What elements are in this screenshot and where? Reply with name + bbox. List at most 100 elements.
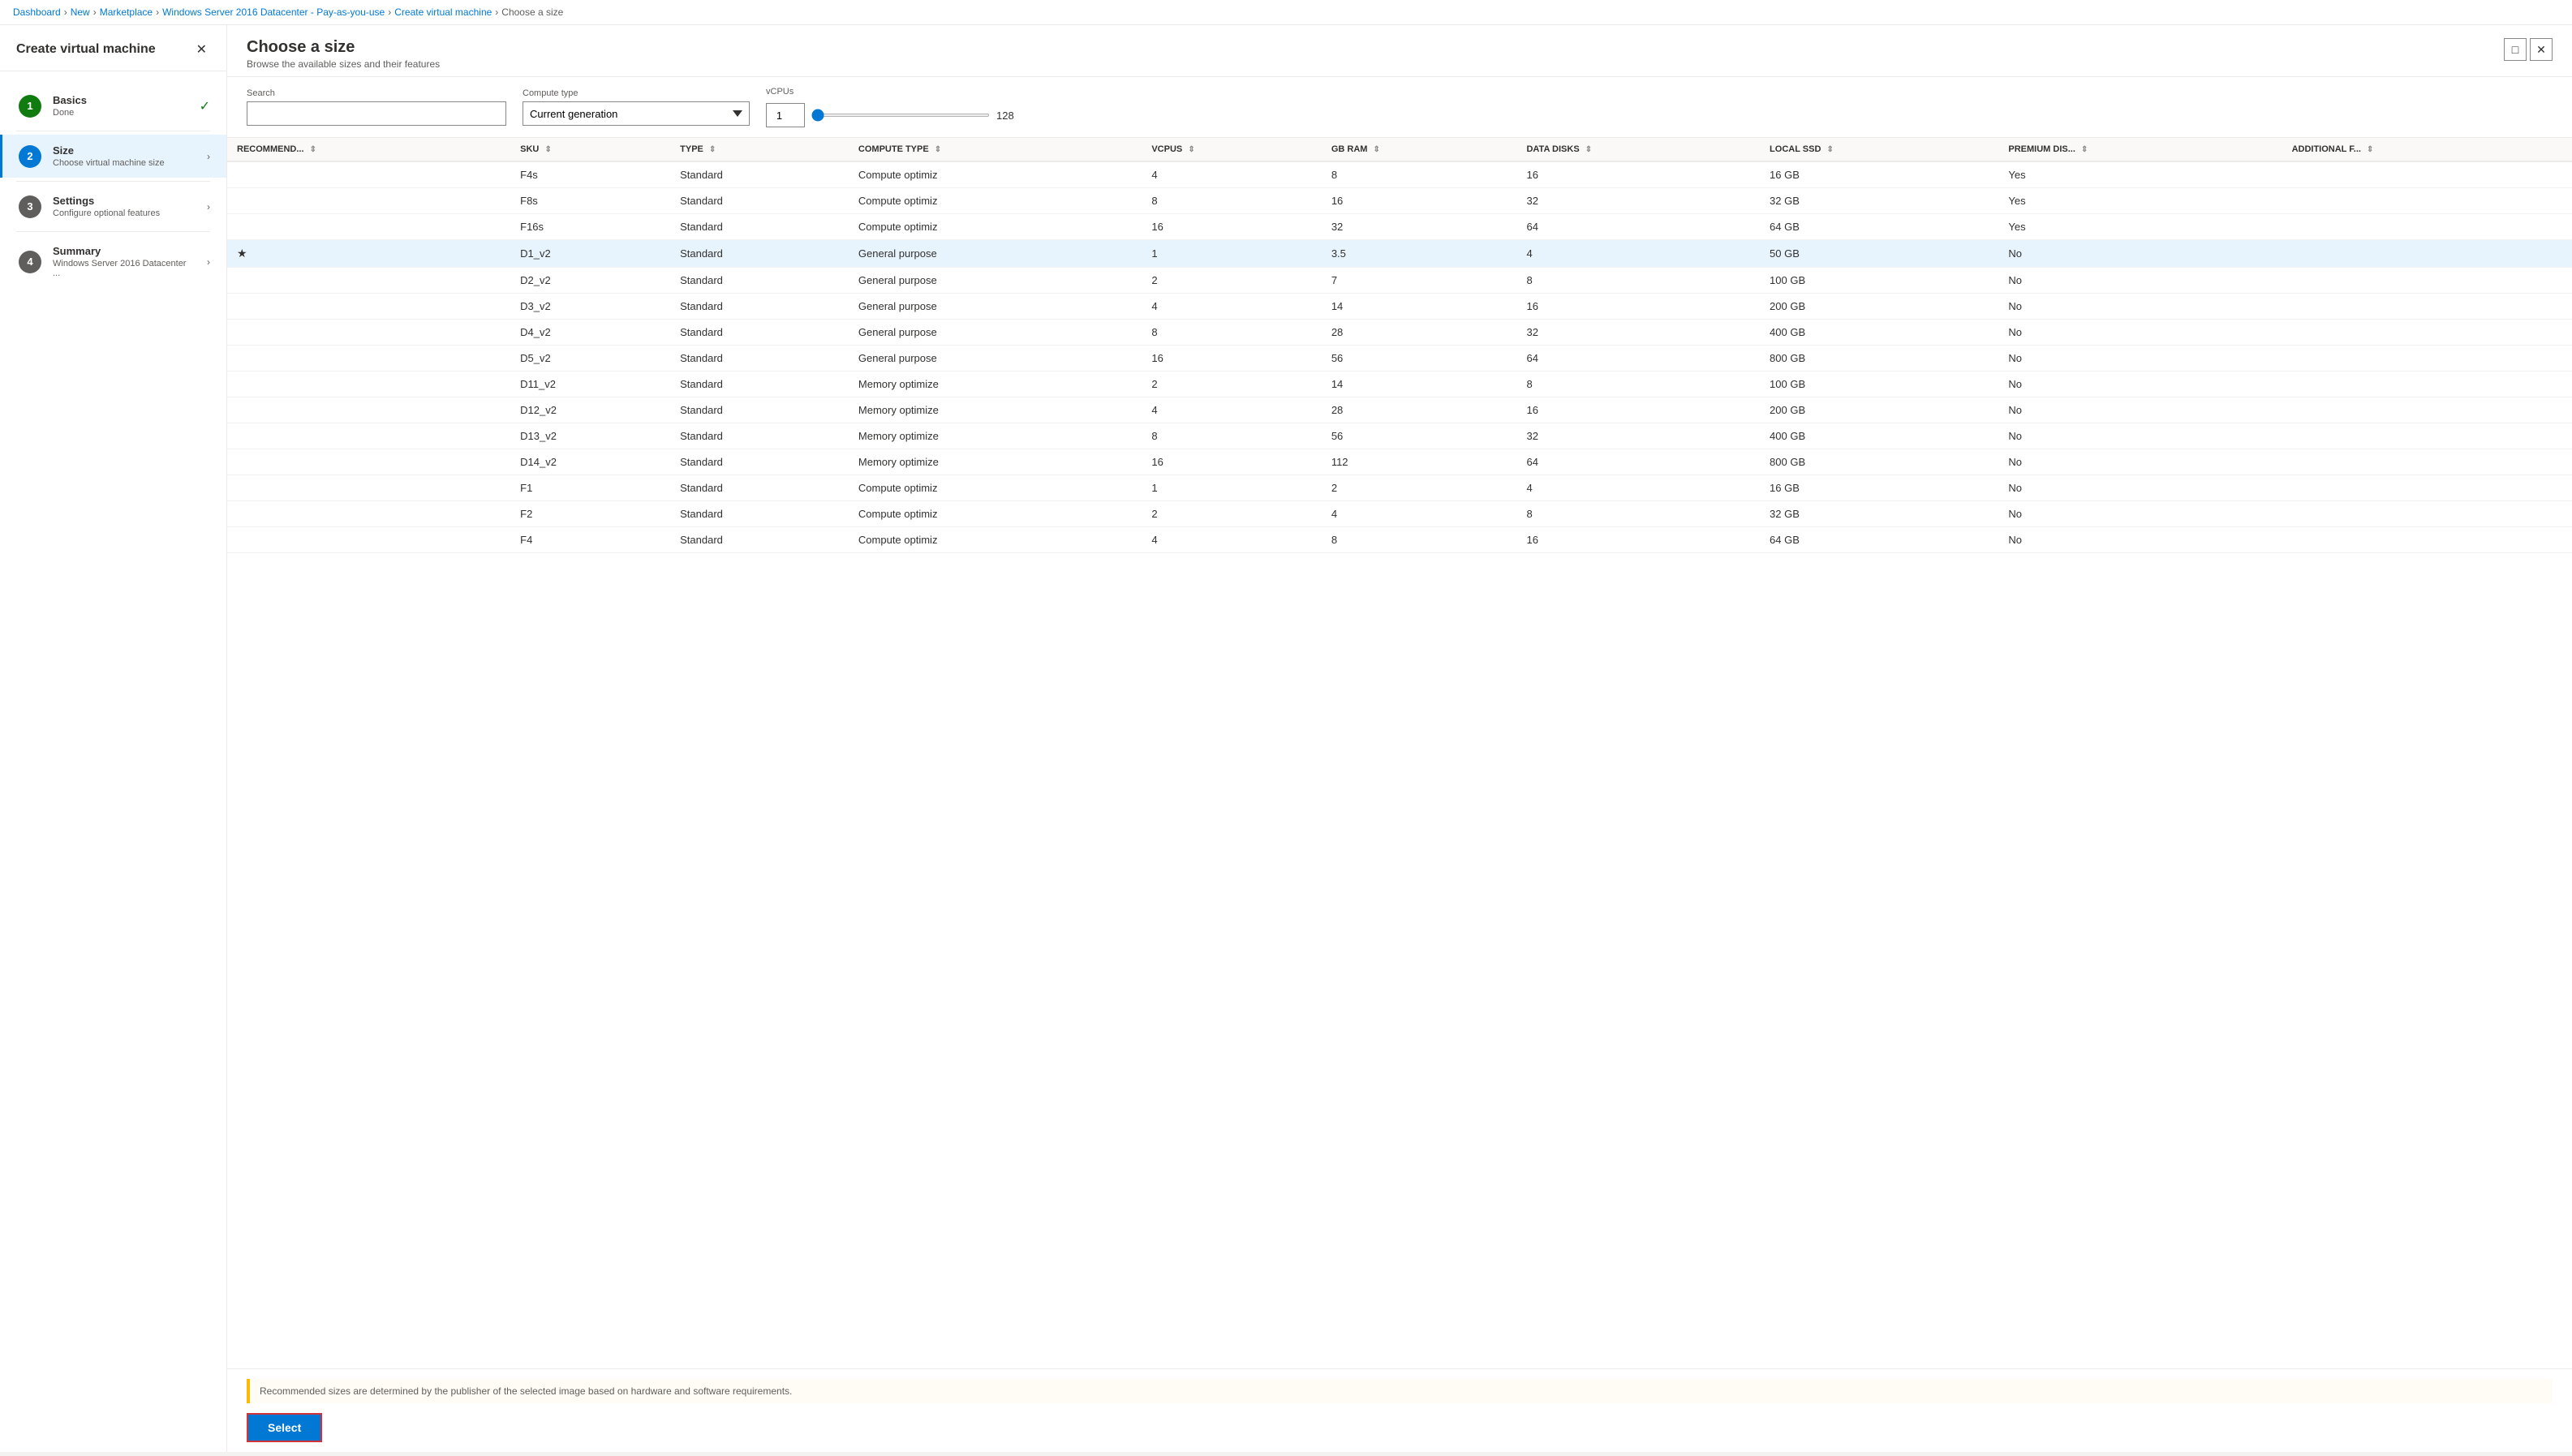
panel-title: Choose a size bbox=[247, 38, 440, 57]
close-panel-button[interactable]: ✕ bbox=[2530, 38, 2553, 61]
filters-bar: Search Compute type All Current generati… bbox=[227, 77, 2572, 138]
cell-local_ssd: 400 GB bbox=[1760, 320, 1998, 346]
cell-premium_dis: No bbox=[1998, 372, 2282, 397]
table-row[interactable]: F2StandardCompute optimiz24832 GBNo bbox=[227, 501, 2572, 527]
cell-compute_type: General purpose bbox=[849, 346, 1142, 372]
cell-compute_type: Memory optimize bbox=[849, 423, 1142, 449]
cell-compute_type: Compute optimiz bbox=[849, 188, 1142, 214]
vcpu-min-input[interactable] bbox=[766, 103, 805, 127]
table-row[interactable]: D12_v2StandardMemory optimize42816200 GB… bbox=[227, 397, 2572, 423]
close-button[interactable]: ✕ bbox=[193, 38, 210, 61]
cell-data_disks: 32 bbox=[1516, 423, 1760, 449]
col-type[interactable]: TYPE ⇕ bbox=[670, 138, 849, 161]
vcpu-label: vCPUs bbox=[766, 87, 1014, 97]
step-basics[interactable]: 1 Basics Done ✓ bbox=[0, 84, 226, 127]
cell-compute_type: Compute optimiz bbox=[849, 475, 1142, 501]
vcpu-slider[interactable] bbox=[811, 114, 990, 117]
cell-vcpus: 2 bbox=[1142, 501, 1321, 527]
breadcrumb-marketplace[interactable]: Marketplace bbox=[100, 6, 153, 18]
cell-type: Standard bbox=[670, 240, 849, 268]
step-1-number: 1 bbox=[19, 95, 41, 118]
cell-recommended bbox=[227, 161, 510, 188]
cell-gb_ram: 28 bbox=[1322, 320, 1517, 346]
cell-premium_dis: No bbox=[1998, 397, 2282, 423]
table-row[interactable]: ★D1_v2StandardGeneral purpose13.5450 GBN… bbox=[227, 240, 2572, 268]
col-additional-f[interactable]: ADDITIONAL F... ⇕ bbox=[2282, 138, 2572, 161]
table-row[interactable]: F4sStandardCompute optimiz481616 GBYes bbox=[227, 161, 2572, 188]
cell-local_ssd: 800 GB bbox=[1760, 449, 1998, 475]
col-recommended[interactable]: RECOMMEND... ⇕ bbox=[227, 138, 510, 161]
col-data-disks[interactable]: DATA DISKS ⇕ bbox=[1516, 138, 1760, 161]
breadcrumb-create-vm[interactable]: Create virtual machine bbox=[394, 6, 492, 18]
cell-recommended bbox=[227, 294, 510, 320]
search-filter-group: Search bbox=[247, 88, 506, 126]
breadcrumb-current: Choose a size bbox=[501, 6, 563, 18]
cell-recommended bbox=[227, 214, 510, 240]
sizes-table-container[interactable]: RECOMMEND... ⇕ SKU ⇕ TYPE ⇕ COMPUTE TY bbox=[227, 138, 2572, 1368]
step-size[interactable]: 2 Size Choose virtual machine size › bbox=[0, 135, 226, 178]
step-settings[interactable]: 3 Settings Configure optional features › bbox=[0, 185, 226, 228]
step-1-desc: Done bbox=[53, 108, 188, 118]
sort-premium-dis-icon: ⇕ bbox=[2081, 145, 2088, 154]
cell-local_ssd: 400 GB bbox=[1760, 423, 1998, 449]
table-row[interactable]: D4_v2StandardGeneral purpose82832400 GBN… bbox=[227, 320, 2572, 346]
cell-sku: D1_v2 bbox=[510, 240, 670, 268]
step-summary[interactable]: 4 Summary Windows Server 2016 Datacenter… bbox=[0, 235, 226, 288]
table-row[interactable]: D3_v2StandardGeneral purpose41416200 GBN… bbox=[227, 294, 2572, 320]
cell-sku: D12_v2 bbox=[510, 397, 670, 423]
table-row[interactable]: D14_v2StandardMemory optimize1611264800 … bbox=[227, 449, 2572, 475]
table-row[interactable]: F16sStandardCompute optimiz16326464 GBYe… bbox=[227, 214, 2572, 240]
sort-recommended-icon: ⇕ bbox=[310, 145, 316, 154]
table-row[interactable]: D2_v2StandardGeneral purpose278100 GBNo bbox=[227, 268, 2572, 294]
cell-vcpus: 4 bbox=[1142, 294, 1321, 320]
table-row[interactable]: D5_v2StandardGeneral purpose165664800 GB… bbox=[227, 346, 2572, 372]
table-row[interactable]: D13_v2StandardMemory optimize85632400 GB… bbox=[227, 423, 2572, 449]
col-local-ssd[interactable]: LOCAL SSD ⇕ bbox=[1760, 138, 1998, 161]
cell-data_disks: 16 bbox=[1516, 161, 1760, 188]
breadcrumb-dashboard[interactable]: Dashboard bbox=[13, 6, 61, 18]
col-gb-ram[interactable]: GB RAM ⇕ bbox=[1322, 138, 1517, 161]
step-3-name: Settings bbox=[53, 195, 196, 207]
sort-local-ssd-icon: ⇕ bbox=[1826, 145, 1833, 154]
compute-label: Compute type bbox=[523, 88, 750, 98]
col-premium-dis[interactable]: PREMIUM DIS... ⇕ bbox=[1998, 138, 2282, 161]
cell-additional_f bbox=[2282, 397, 2572, 423]
cell-premium_dis: No bbox=[1998, 527, 2282, 553]
cell-vcpus: 16 bbox=[1142, 449, 1321, 475]
cell-compute_type: Memory optimize bbox=[849, 397, 1142, 423]
cell-premium_dis: Yes bbox=[1998, 214, 2282, 240]
cell-compute_type: Memory optimize bbox=[849, 372, 1142, 397]
cell-compute_type: General purpose bbox=[849, 268, 1142, 294]
cell-type: Standard bbox=[670, 320, 849, 346]
table-row[interactable]: D11_v2StandardMemory optimize2148100 GBN… bbox=[227, 372, 2572, 397]
col-vcpus[interactable]: VCPUS ⇕ bbox=[1142, 138, 1321, 161]
cell-vcpus: 4 bbox=[1142, 527, 1321, 553]
cell-recommended bbox=[227, 527, 510, 553]
step-1-name: Basics bbox=[53, 94, 188, 106]
minimize-button[interactable]: □ bbox=[2504, 38, 2527, 61]
breadcrumb-new[interactable]: New bbox=[71, 6, 90, 18]
cell-type: Standard bbox=[670, 423, 849, 449]
col-sku[interactable]: SKU ⇕ bbox=[510, 138, 670, 161]
table-row[interactable]: F8sStandardCompute optimiz8163232 GBYes bbox=[227, 188, 2572, 214]
compute-type-select[interactable]: All Current generation Previous generati… bbox=[523, 101, 750, 126]
cell-recommended bbox=[227, 320, 510, 346]
cell-type: Standard bbox=[670, 397, 849, 423]
table-row[interactable]: F1StandardCompute optimiz12416 GBNo bbox=[227, 475, 2572, 501]
step-4-name: Summary bbox=[53, 245, 196, 257]
cell-vcpus: 4 bbox=[1142, 161, 1321, 188]
cell-additional_f bbox=[2282, 449, 2572, 475]
cell-gb_ram: 112 bbox=[1322, 449, 1517, 475]
cell-additional_f bbox=[2282, 423, 2572, 449]
cell-gb_ram: 14 bbox=[1322, 372, 1517, 397]
breadcrumb-image[interactable]: Windows Server 2016 Datacenter - Pay-as-… bbox=[162, 6, 385, 18]
cell-premium_dis: No bbox=[1998, 320, 2282, 346]
search-label: Search bbox=[247, 88, 506, 98]
table-row[interactable]: F4StandardCompute optimiz481664 GBNo bbox=[227, 527, 2572, 553]
select-button[interactable]: Select bbox=[247, 1413, 322, 1442]
cell-type: Standard bbox=[670, 346, 849, 372]
col-compute-type[interactable]: COMPUTE TYPE ⇕ bbox=[849, 138, 1142, 161]
search-input[interactable] bbox=[247, 101, 506, 126]
cell-sku: F4s bbox=[510, 161, 670, 188]
cell-data_disks: 8 bbox=[1516, 501, 1760, 527]
